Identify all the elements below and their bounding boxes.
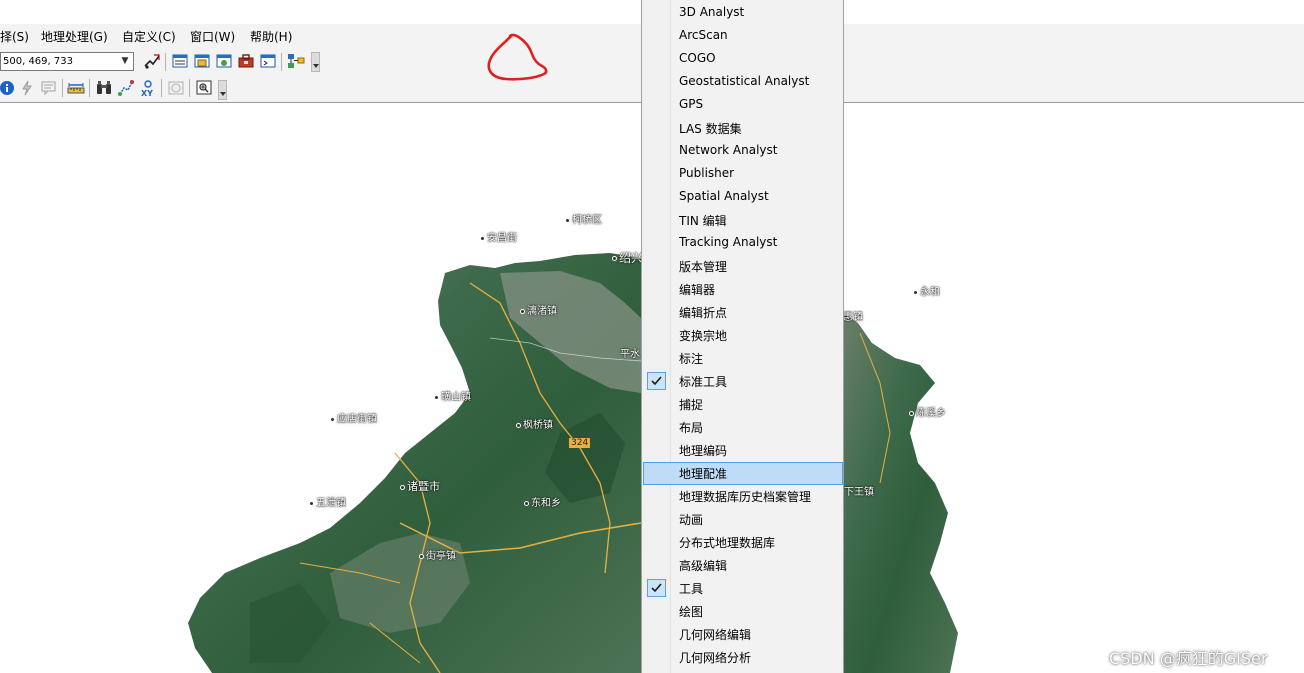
toolbar-separator	[89, 79, 90, 97]
menu-item-distributed-geodatabase[interactable]: 分布式地理数据库	[643, 531, 843, 554]
menu-item-advanced-editing[interactable]: 高级编辑	[643, 554, 843, 577]
menu-item-gps[interactable]: GPS	[643, 94, 843, 117]
map-place-label: 平水	[620, 349, 640, 360]
menu-item-geometric-network-analysis[interactable]: 几何网络分析	[643, 646, 843, 669]
map-place-label: 惠镇	[843, 312, 863, 323]
identify-icon[interactable]	[0, 79, 18, 97]
menu-item-arcscan[interactable]: ArcScan	[643, 25, 843, 48]
toolbar-separator	[165, 53, 166, 71]
toolbar-overflow-button[interactable]	[218, 80, 227, 100]
menu-item-editor[interactable]: 编辑器	[643, 278, 843, 301]
hyperlink-icon[interactable]	[18, 79, 36, 97]
menu-item-geocoding[interactable]: 地理编码	[643, 439, 843, 462]
map-place-label: 诸暨市	[400, 478, 440, 494]
menu-item-labeling[interactable]: 标注	[643, 347, 843, 370]
map-place-label: 永和	[913, 283, 940, 298]
search-window-icon[interactable]	[215, 52, 233, 70]
map-place-label: 东和乡	[524, 494, 561, 509]
go-to-xy-icon[interactable]: XY	[139, 79, 157, 97]
map-place-label: 陈溪乡	[909, 404, 946, 419]
html-popup-icon[interactable]	[40, 79, 58, 97]
time-slider-icon[interactable]	[167, 79, 185, 97]
map-place-label: 应店街镇	[330, 410, 377, 425]
toolbar-separator	[189, 79, 190, 97]
menu-item-tracking-analyst[interactable]: Tracking Analyst	[643, 232, 843, 255]
editor-toolbar-icon[interactable]	[143, 52, 161, 70]
menu-customize[interactable]: 自定义(C)	[122, 28, 176, 45]
toolbar-overflow-button[interactable]	[311, 52, 320, 72]
create-viewer-window-icon[interactable]	[195, 79, 213, 97]
menu-item-versioning[interactable]: 版本管理	[643, 255, 843, 278]
chevron-down-icon[interactable]: ▼	[119, 55, 131, 68]
menu-help[interactable]: 帮助(H)	[250, 28, 292, 45]
road-shield-label: 324	[569, 438, 591, 448]
menu-item-cogo[interactable]: COGO	[643, 48, 843, 71]
annotation-circle	[487, 33, 548, 81]
map-place-label: 安昌街	[480, 229, 517, 244]
map-place-label: 漓渚镇	[520, 302, 557, 317]
menu-item-standard[interactable]: 标准工具	[643, 370, 843, 393]
svg-text:XY: XY	[141, 89, 153, 97]
toolbar-separator	[281, 53, 282, 71]
map-place-label: 枫桥镇	[516, 416, 553, 431]
menu-item-tin-editing[interactable]: TIN 编辑	[643, 209, 843, 232]
map-place-label: 绍兴	[612, 249, 643, 266]
table-of-contents-icon[interactable]	[171, 52, 189, 70]
menu-item-publisher[interactable]: Publisher	[643, 163, 843, 186]
menu-item-network-analyst[interactable]: Network Analyst	[643, 140, 843, 163]
menu-item-geostatistical-analyst[interactable]: Geostatistical Analyst	[643, 71, 843, 94]
map-place-label: 街亭镇	[419, 547, 456, 562]
menu-window[interactable]: 窗口(W)	[190, 28, 235, 45]
map-place-label: 五泄镇	[309, 494, 346, 509]
menu-item-las-dataset[interactable]: LAS 数据集	[643, 117, 843, 140]
csdn-watermark: CSDN @疯狂的GISer	[1109, 649, 1268, 668]
menu-item-geometric-network-editing[interactable]: 几何网络编辑	[643, 623, 843, 646]
menu-geoprocessing[interactable]: 地理处理(G)	[41, 28, 108, 45]
map-scale-input[interactable]	[3, 54, 115, 69]
menu-item-tools[interactable]: 工具	[643, 577, 843, 600]
modelbuilder-icon[interactable]	[287, 52, 305, 70]
checkmark-icon	[647, 372, 666, 390]
menu-item-3d-analyst[interactable]: 3D Analyst	[643, 2, 843, 25]
toolbars-context-menu: 3D Analyst ArcScan COGO Geostatistical A…	[641, 0, 844, 673]
checkmark-icon	[647, 579, 666, 597]
menu-item-layout[interactable]: 布局	[643, 416, 843, 439]
menu-item-snapping[interactable]: 捕捉	[643, 393, 843, 416]
menu-item-draw[interactable]: 绘图	[643, 600, 843, 623]
menu-item-parcel-transform[interactable]: 变换宗地	[643, 324, 843, 347]
menu-item-georeferencing[interactable]: 地理配准	[643, 462, 843, 485]
find-binoculars-icon[interactable]	[95, 79, 113, 97]
menu-item-animation[interactable]: 动画	[643, 508, 843, 531]
menu-item-spatial-analyst[interactable]: Spatial Analyst	[643, 186, 843, 209]
toolbar-separator	[62, 79, 63, 97]
map-place-label: 柯桥区	[565, 211, 602, 226]
toolbar-separator	[161, 79, 162, 97]
measure-icon[interactable]	[67, 79, 85, 97]
python-window-icon[interactable]	[259, 52, 277, 70]
menu-item-edit-vertices[interactable]: 编辑折点	[643, 301, 843, 324]
menu-select[interactable]: 择(S)	[0, 28, 29, 45]
catalog-window-icon[interactable]	[193, 52, 211, 70]
menu-item-geodatabase-archiving[interactable]: 地理数据库历史档案管理	[643, 485, 843, 508]
map-scale-combobox[interactable]: ▼	[0, 52, 134, 71]
map-place-label: 璜山镇	[434, 388, 471, 403]
find-route-icon[interactable]	[117, 79, 135, 97]
arctoolbox-icon[interactable]	[237, 52, 255, 70]
